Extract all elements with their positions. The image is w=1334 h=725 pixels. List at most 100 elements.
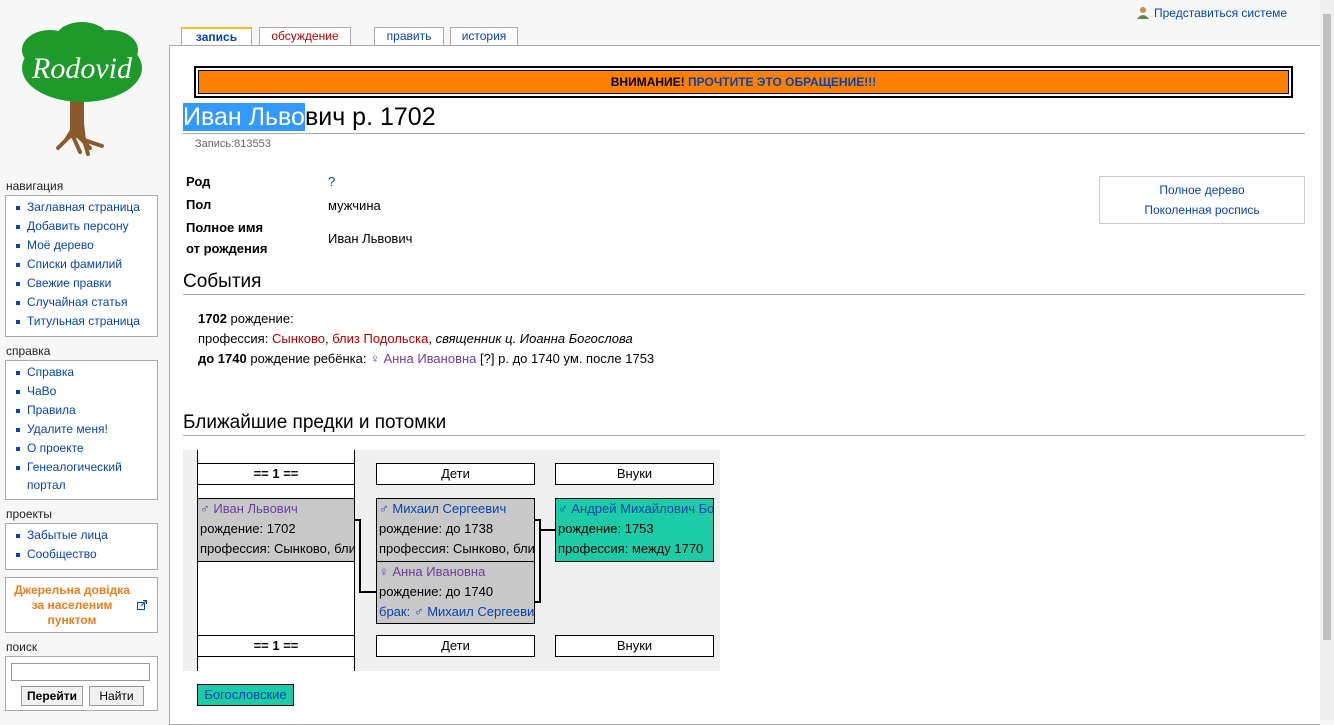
place-link-1[interactable]: Сынково: [272, 331, 325, 346]
sidebar-item-portal[interactable]: Генеалогический портал: [27, 460, 122, 492]
tab-edit[interactable]: править: [374, 27, 444, 45]
tree-col2-header: Дети: [376, 463, 535, 485]
rod-label: Род: [186, 174, 211, 189]
notice-link[interactable]: ПРОЧТИТЕ ЭТО ОБРАЩЕНИЕ!!!: [688, 75, 876, 89]
children-footer-label: Дети: [441, 638, 470, 653]
tab-article-label[interactable]: запись: [196, 30, 237, 44]
event-profession: профессия: Сынково, близ Подольска, свящ…: [198, 331, 633, 346]
find-button[interactable]: Найти: [89, 686, 144, 706]
go-button[interactable]: Перейти: [21, 686, 83, 706]
children-header-label: Дети: [441, 466, 470, 481]
grandchild-link[interactable]: Андрей Михайлович Богословский: [571, 501, 713, 516]
tree-links-box: Полное дерево Поколенная роспись: [1099, 176, 1305, 224]
jerelna-link-box[interactable]: Джерельна довідка за населеним пунктом: [5, 577, 158, 633]
person-child-2: ♀ Анна Ивановна рождение: до 1740 брак: …: [376, 561, 535, 624]
generations-link[interactable]: Поколенная роспись: [1144, 203, 1259, 217]
tab-article[interactable]: запись: [181, 27, 252, 45]
event-child-type: рождение ребёнка:: [250, 351, 367, 366]
category-label[interactable]: Богословские: [204, 687, 286, 702]
person-grandchild: ♂ Андрей Михайлович Богословский рождени…: [555, 498, 714, 562]
portal-line-1: Генеалогический: [27, 460, 122, 474]
gen-header-label: == 1 ==: [253, 466, 299, 481]
tab-edit-label[interactable]: править: [387, 29, 432, 43]
male-icon: ♂: [558, 501, 568, 516]
sidebar-item-rules[interactable]: Правила: [27, 403, 76, 417]
tab-discussion[interactable]: обсуждение: [259, 27, 351, 45]
fullname-value: Иван Львович: [328, 231, 413, 246]
tab-history-label[interactable]: история: [462, 29, 507, 43]
scrollbar-thumb[interactable]: [1323, 14, 1331, 640]
notice-attention: ВНИМАНИЕ!: [610, 75, 685, 89]
tree-col3-footer: Внуки: [555, 635, 714, 657]
help-portlet: Справка ЧаВо Правила Удалите меня! О про…: [5, 360, 158, 500]
login-link[interactable]: Представиться системе: [1137, 6, 1287, 20]
sidebar-item-random[interactable]: Случайная статья: [27, 295, 127, 309]
event-child-year: до 1740: [198, 351, 247, 366]
jerelna-line-2[interactable]: за населеним: [6, 598, 138, 613]
child1-profession: профессия: Сынково, близ Подольска: [379, 541, 535, 556]
sidebar-item-delete-me[interactable]: Удалите меня!: [27, 422, 108, 436]
full-tree-link[interactable]: Полное дерево: [1159, 183, 1244, 197]
child1-birth: рождение: до 1738: [379, 521, 494, 536]
sex-label: Пол: [186, 197, 212, 212]
record-id: Запись:813553: [195, 138, 271, 150]
search-input[interactable]: [11, 663, 150, 681]
rod-value[interactable]: ?: [328, 174, 335, 189]
sidebar-item-community[interactable]: Сообщество: [27, 547, 97, 561]
tree-connector: [535, 601, 541, 603]
projects-portlet: Забытые лица Сообщество: [5, 523, 158, 570]
projects-heading: проекты: [6, 507, 53, 521]
jerelna-line-3[interactable]: пунктом: [6, 613, 138, 628]
event-birth: 1702 рождение:: [198, 311, 294, 326]
search-portlet: Перейти Найти: [5, 656, 158, 711]
child2-link[interactable]: Анна Ивановна: [392, 564, 485, 579]
child-dates: р. до 1740 ум. после 1753: [498, 351, 655, 366]
sidebar-item-main-page[interactable]: Заглавная страница: [27, 200, 140, 214]
category-link[interactable]: Богословские: [197, 684, 294, 706]
grandchildren-footer-label: Внуки: [616, 638, 653, 653]
spouse-link[interactable]: Михаил Сергеевич: [427, 604, 534, 619]
sidebar-item-title-page[interactable]: Титульная страница: [27, 314, 140, 328]
comma-1: ,: [324, 331, 329, 346]
help-heading: справка: [6, 344, 51, 358]
sidebar-item-recent-changes[interactable]: Свежие правки: [27, 276, 111, 290]
marriage-label: брак:: [379, 604, 411, 619]
tree-heading: Ближайшие предки и потомки: [183, 412, 1305, 436]
tree-col3-header: Внуки: [555, 463, 714, 485]
event-profession-job: священник ц. Иоанна Богослова: [435, 331, 633, 346]
search-heading: поиск: [6, 640, 38, 654]
person-self: ♂ Иван Львович рождение: 1702 профессия:…: [197, 498, 355, 562]
grandchildren-header-label: Внуки: [616, 466, 653, 481]
fullname-label-2: от рождения: [186, 241, 268, 256]
sex-value: мужчина: [328, 198, 381, 213]
tree-col1-top: [197, 450, 355, 464]
sidebar-item-my-tree[interactable]: Моё дерево: [27, 238, 94, 252]
sidebar-item-surnames[interactable]: Списки фамилий: [27, 257, 122, 271]
event-birth-type: рождение:: [230, 311, 294, 326]
event-profession-label: профессия:: [198, 331, 269, 346]
sidebar-item-forgotten-faces[interactable]: Забытые лица: [27, 528, 108, 542]
sidebar-item-about[interactable]: О проекте: [27, 441, 84, 455]
gen-footer-label: == 1 ==: [253, 638, 299, 653]
person-child-1: ♂ Михаил Сергеевич рождение: до 1738 про…: [376, 498, 535, 562]
page-title-rest: вич р. 1702: [304, 103, 436, 131]
tree-col1-bottom: [197, 656, 355, 671]
fullname-label-1: Полное имя: [186, 220, 264, 235]
tree-connector: [539, 519, 541, 603]
site-logo[interactable]: Rodovid: [14, 22, 150, 160]
sidebar-item-add-person[interactable]: Добавить персону: [27, 219, 129, 233]
place-link-2[interactable]: близ Подольска: [332, 331, 428, 346]
tree-connector: [359, 519, 361, 593]
login-text[interactable]: Представиться системе: [1154, 6, 1287, 20]
child-link[interactable]: Анна Ивановна: [383, 351, 476, 366]
jerelna-line-1[interactable]: Джерельна довідка: [6, 583, 138, 598]
sidebar-item-faq[interactable]: ЧаВо: [27, 384, 56, 398]
event-child-birth: до 1740 рождение ребёнка: ♀ Анна Ивановн…: [198, 351, 654, 366]
sidebar-item-help[interactable]: Справка: [27, 365, 74, 379]
tab-discussion-label[interactable]: обсуждение: [271, 29, 338, 43]
navigation-portlet: Заглавная страница Добавить персону Моё …: [5, 195, 158, 337]
child1-link[interactable]: Михаил Сергеевич: [392, 501, 506, 516]
page-title: Иван Львович р. 1702: [183, 103, 1305, 134]
tab-history[interactable]: история: [450, 27, 518, 45]
self-link[interactable]: Иван Львович: [213, 501, 297, 516]
